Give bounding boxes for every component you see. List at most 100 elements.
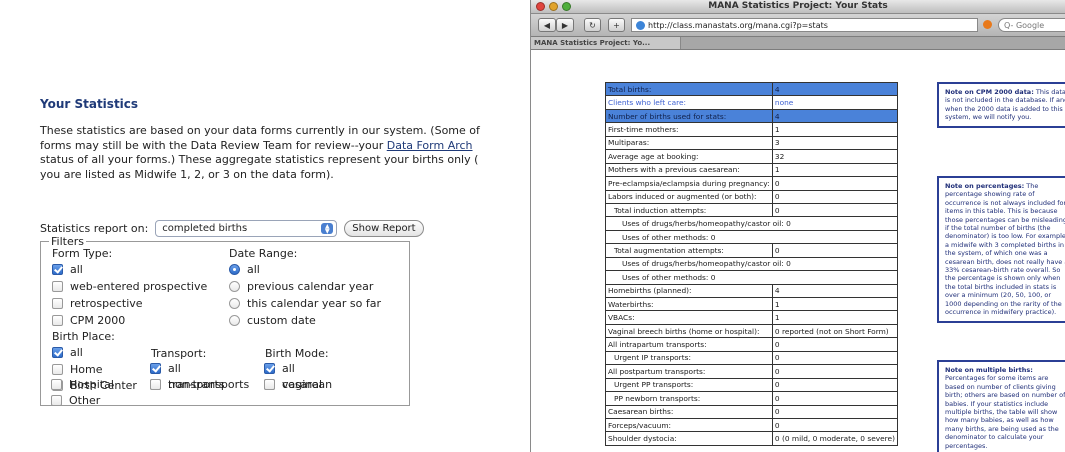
form-type-all[interactable]: all xyxy=(52,263,83,276)
table-row: Uses of drugs/herbs/homeopathy/castor oi… xyxy=(605,216,898,231)
table-row: Urgent PP transports: 0 xyxy=(605,377,899,393)
search-field[interactable]: Q- Google xyxy=(998,18,1065,32)
stat-value: 0 xyxy=(771,189,899,204)
stat-label: VBACs: xyxy=(605,310,773,325)
table-row: Pre-eclampsia/eclampsia during pregnancy… xyxy=(605,176,899,191)
browser-toolbar: ◀ ▶ ↻ + http://class.manastats.org/mana.… xyxy=(531,14,1065,37)
transport-transports[interactable]: transports xyxy=(150,378,225,391)
birth-place-all[interactable]: all xyxy=(52,346,83,359)
table-row: PP newborn transports: 0 xyxy=(605,391,899,406)
note-heading: Note on multiple births: xyxy=(945,366,1033,374)
note-body: Percentages for some items are based on … xyxy=(945,374,1065,450)
stat-label: Number of births used for stats: xyxy=(605,108,773,124)
checkbox-icon xyxy=(51,379,62,390)
stat-value: 0 xyxy=(771,377,899,393)
table-row: Mothers with a previous caesarean: 1 xyxy=(605,162,899,178)
note-body: The percentage showing rate of occurrenc… xyxy=(945,182,1065,317)
stat-label: Vaginal breech births (home or hospital)… xyxy=(605,323,773,339)
stat-label: Clients who left care: xyxy=(605,95,773,110)
table-row: Labors induced or augmented (or both): 0 xyxy=(605,189,899,204)
stat-label: Pre-eclampsia/eclampsia during pregnancy… xyxy=(605,176,773,191)
stat-value: 0 reported (not on Short Form) xyxy=(771,323,899,339)
date-range-custom[interactable]: custom date xyxy=(229,314,316,327)
form-type-cpm-2000[interactable]: CPM 2000 xyxy=(52,314,125,327)
rss-icon[interactable] xyxy=(983,20,992,29)
reload-icon[interactable]: ↻ xyxy=(584,18,601,32)
stat-label: PP newborn transports: xyxy=(605,391,773,406)
stat-value: 0 xyxy=(771,404,899,419)
url-field[interactable]: http://class.manastats.org/mana.cgi?p=st… xyxy=(631,18,978,32)
table-row: Number of births used for stats: 4 xyxy=(605,108,899,124)
date-range-previous-year[interactable]: previous calendar year xyxy=(229,280,373,293)
form-type-web-entered[interactable]: web-entered prospective xyxy=(52,280,207,293)
date-range-this-year[interactable]: this calendar year so far xyxy=(229,297,381,310)
stat-label: First-time mothers: xyxy=(605,122,773,137)
table-row: Total induction attempts: 0 xyxy=(605,202,899,218)
stat-label: Urgent PP transports: xyxy=(605,377,773,393)
stat-value: 4 xyxy=(771,81,899,97)
table-row: First-time mothers: 1 xyxy=(605,122,899,137)
stat-value: 0 xyxy=(771,202,899,218)
tab-mana-stats[interactable]: MANA Statistics Project: Yo... xyxy=(531,37,681,49)
radio-icon xyxy=(229,298,240,309)
birth-mode-label: Birth Mode: xyxy=(265,347,329,360)
table-row: All postpartum transports: 0 xyxy=(605,364,899,379)
stat-label: Shoulder dystocia: xyxy=(605,431,773,446)
note-box: Note on CPM 2000 data: This data is not … xyxy=(937,82,1065,128)
back-icon[interactable]: ◀ xyxy=(538,18,556,32)
date-range-all[interactable]: all xyxy=(229,263,260,276)
note-heading: Note on percentages: xyxy=(945,182,1025,190)
table-row: Average age at booking: 32 xyxy=(605,149,899,164)
data-form-archive-link[interactable]: Data Form Arch xyxy=(387,139,473,152)
table-row: Waterbirths: 1 xyxy=(605,296,899,312)
transport-all[interactable]: all xyxy=(150,362,181,375)
globe-icon xyxy=(636,20,645,30)
birth-place-label: Birth Place: xyxy=(52,330,115,343)
stat-label: Total births: xyxy=(605,81,773,97)
report-label: Statistics report on: xyxy=(40,222,149,235)
window-title: MANA Statistics Project: Your Stats xyxy=(708,1,888,11)
stat-value: 0 xyxy=(771,364,899,379)
stat-label: All postpartum transports: xyxy=(605,364,773,379)
radio-icon xyxy=(229,281,240,292)
table-row: Homebirths (planned): 4 xyxy=(605,283,899,299)
form-type-retrospective[interactable]: retrospective xyxy=(52,297,143,310)
stat-value: 0 xyxy=(771,391,899,406)
show-report-button[interactable]: Show Report xyxy=(344,220,424,237)
stat-label: Uses of other methods: 0 xyxy=(605,270,898,285)
birth-place-other[interactable]: Other xyxy=(51,394,100,407)
form-type-label: Form Type: xyxy=(52,247,113,260)
note-heading: Note on CPM 2000 data: xyxy=(945,88,1034,96)
page-content: Total births: 4 Clients who left care: none… xyxy=(531,52,1065,452)
table-row: Vaginal breech births (home or hospital)… xyxy=(605,323,899,339)
table-row: Caesarean births: 0 xyxy=(605,404,899,419)
note-box: Note on percentages: The percentage show… xyxy=(937,176,1065,323)
birth-mode-cesarean[interactable]: cesarean xyxy=(264,378,332,391)
birth-place-hospital[interactable]: Hospital xyxy=(51,378,114,391)
stat-value: 1 xyxy=(771,296,899,312)
birth-place-home[interactable]: Home xyxy=(52,363,102,376)
stat-label: Labors induced or augmented (or both): xyxy=(605,189,773,204)
stat-label: Multiparas: xyxy=(605,135,773,151)
checkbox-icon xyxy=(264,379,275,390)
checkbox-icon xyxy=(52,264,63,275)
stat-value: 0 (0 mild, 0 moderate, 0 severe) xyxy=(771,431,899,446)
stat-value: 0 xyxy=(771,176,899,191)
stat-value: 0 xyxy=(771,350,899,366)
stat-label: All intrapartum transports: xyxy=(605,337,773,352)
select-arrows-icon: ▲ ▼ xyxy=(321,223,334,234)
add-icon[interactable]: + xyxy=(608,18,625,32)
stat-value: 32 xyxy=(771,149,899,164)
forward-icon[interactable]: ▶ xyxy=(556,18,574,32)
stat-label: Waterbirths: xyxy=(605,296,773,312)
report-select[interactable]: completed births ▲ ▼ xyxy=(155,220,338,237)
checkbox-icon xyxy=(52,298,63,309)
birth-mode-all[interactable]: all xyxy=(264,362,295,375)
checkbox-icon xyxy=(52,315,63,326)
table-row: Total births: 4 xyxy=(605,81,899,97)
stat-label: Homebirths (planned): xyxy=(605,283,773,299)
stat-label: Total augmentation attempts: xyxy=(605,243,773,258)
stat-label: Uses of drugs/herbs/homeopathy/castor oi… xyxy=(605,256,898,272)
radio-icon xyxy=(229,315,240,326)
stat-value: 0 xyxy=(771,243,899,258)
